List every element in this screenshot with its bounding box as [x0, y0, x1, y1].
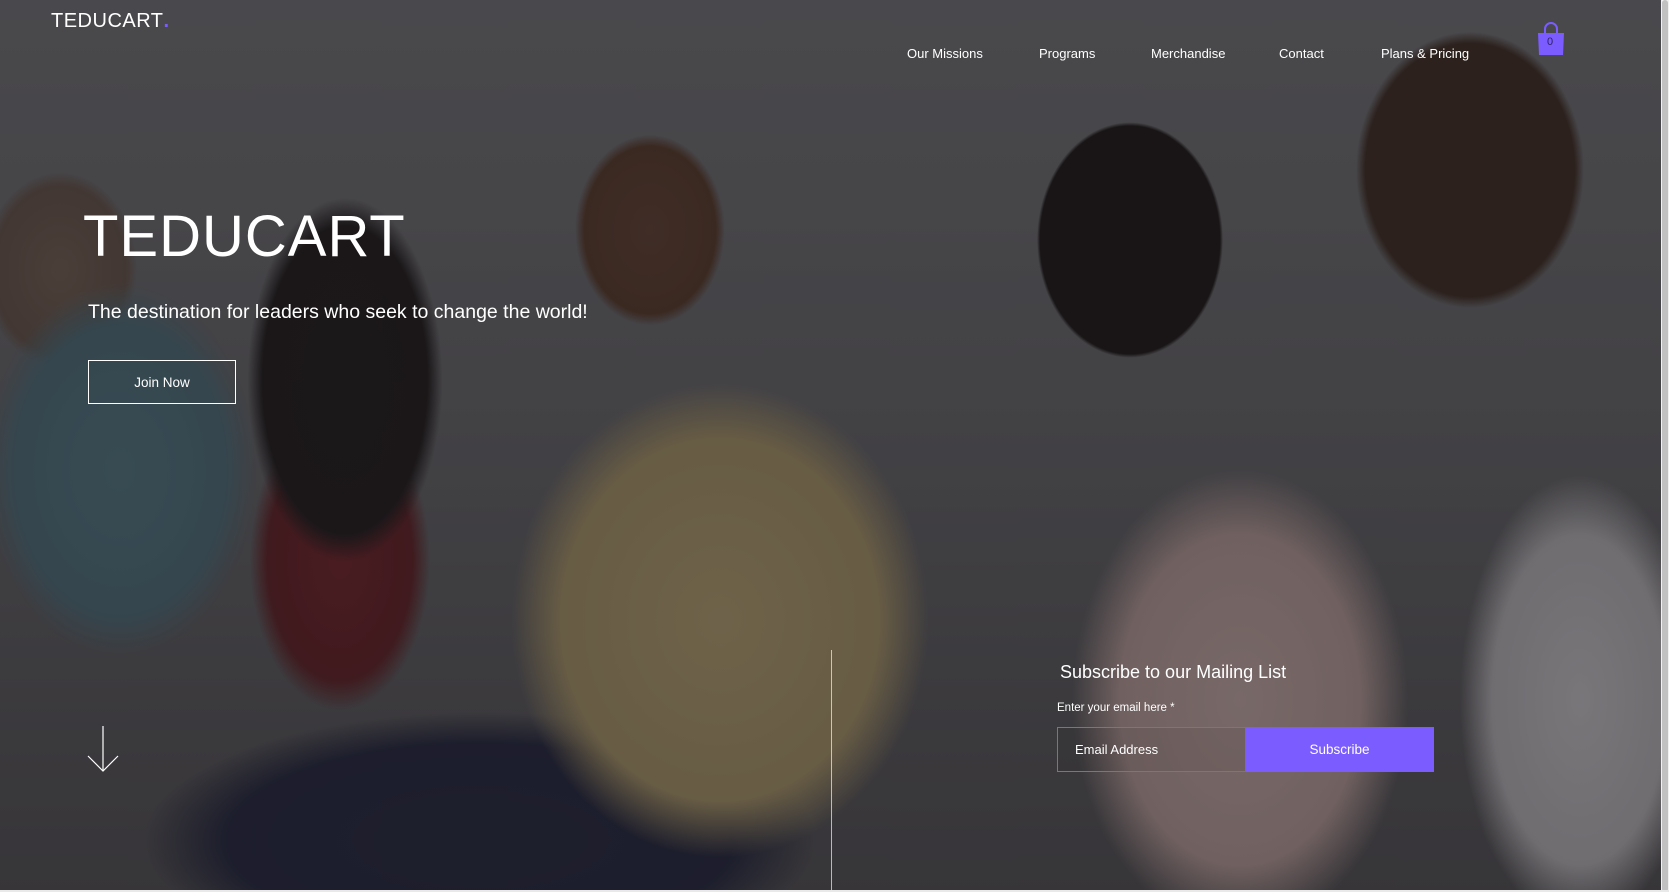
site-logo[interactable]: TEDUCART. [51, 10, 170, 33]
hero-title: TEDUCART [83, 204, 406, 269]
logo-text: TEDUCART [51, 10, 164, 32]
nav-item-merchandise[interactable]: Merchandise [1151, 46, 1225, 61]
email-field[interactable] [1057, 727, 1245, 772]
scrollbar-thumb[interactable] [1662, 0, 1668, 892]
join-now-button[interactable]: Join Now [88, 360, 236, 404]
nav-item-programs[interactable]: Programs [1039, 46, 1095, 61]
vertical-divider [831, 650, 832, 892]
nav-item-contact[interactable]: Contact [1279, 46, 1324, 61]
page: TEDUCART. Our Missions Programs Merchand… [0, 0, 1669, 892]
scrollbar[interactable] [1661, 0, 1669, 892]
hero-subtitle: The destination for leaders who seek to … [88, 301, 588, 323]
nav-item-plans-pricing[interactable]: Plans & Pricing [1381, 46, 1469, 61]
cart-button[interactable]: 0 [1537, 22, 1565, 56]
email-field-label: Enter your email here * [1057, 702, 1175, 714]
scroll-down-button[interactable] [86, 726, 120, 774]
arrow-down-icon [87, 726, 119, 772]
logo-dot: . [163, 10, 170, 32]
cart-count: 0 [1546, 36, 1554, 48]
subscribe-button[interactable]: Subscribe [1245, 727, 1434, 772]
nav-item-our-missions[interactable]: Our Missions [907, 46, 983, 61]
subscribe-title: Subscribe to our Mailing List [1060, 662, 1287, 682]
